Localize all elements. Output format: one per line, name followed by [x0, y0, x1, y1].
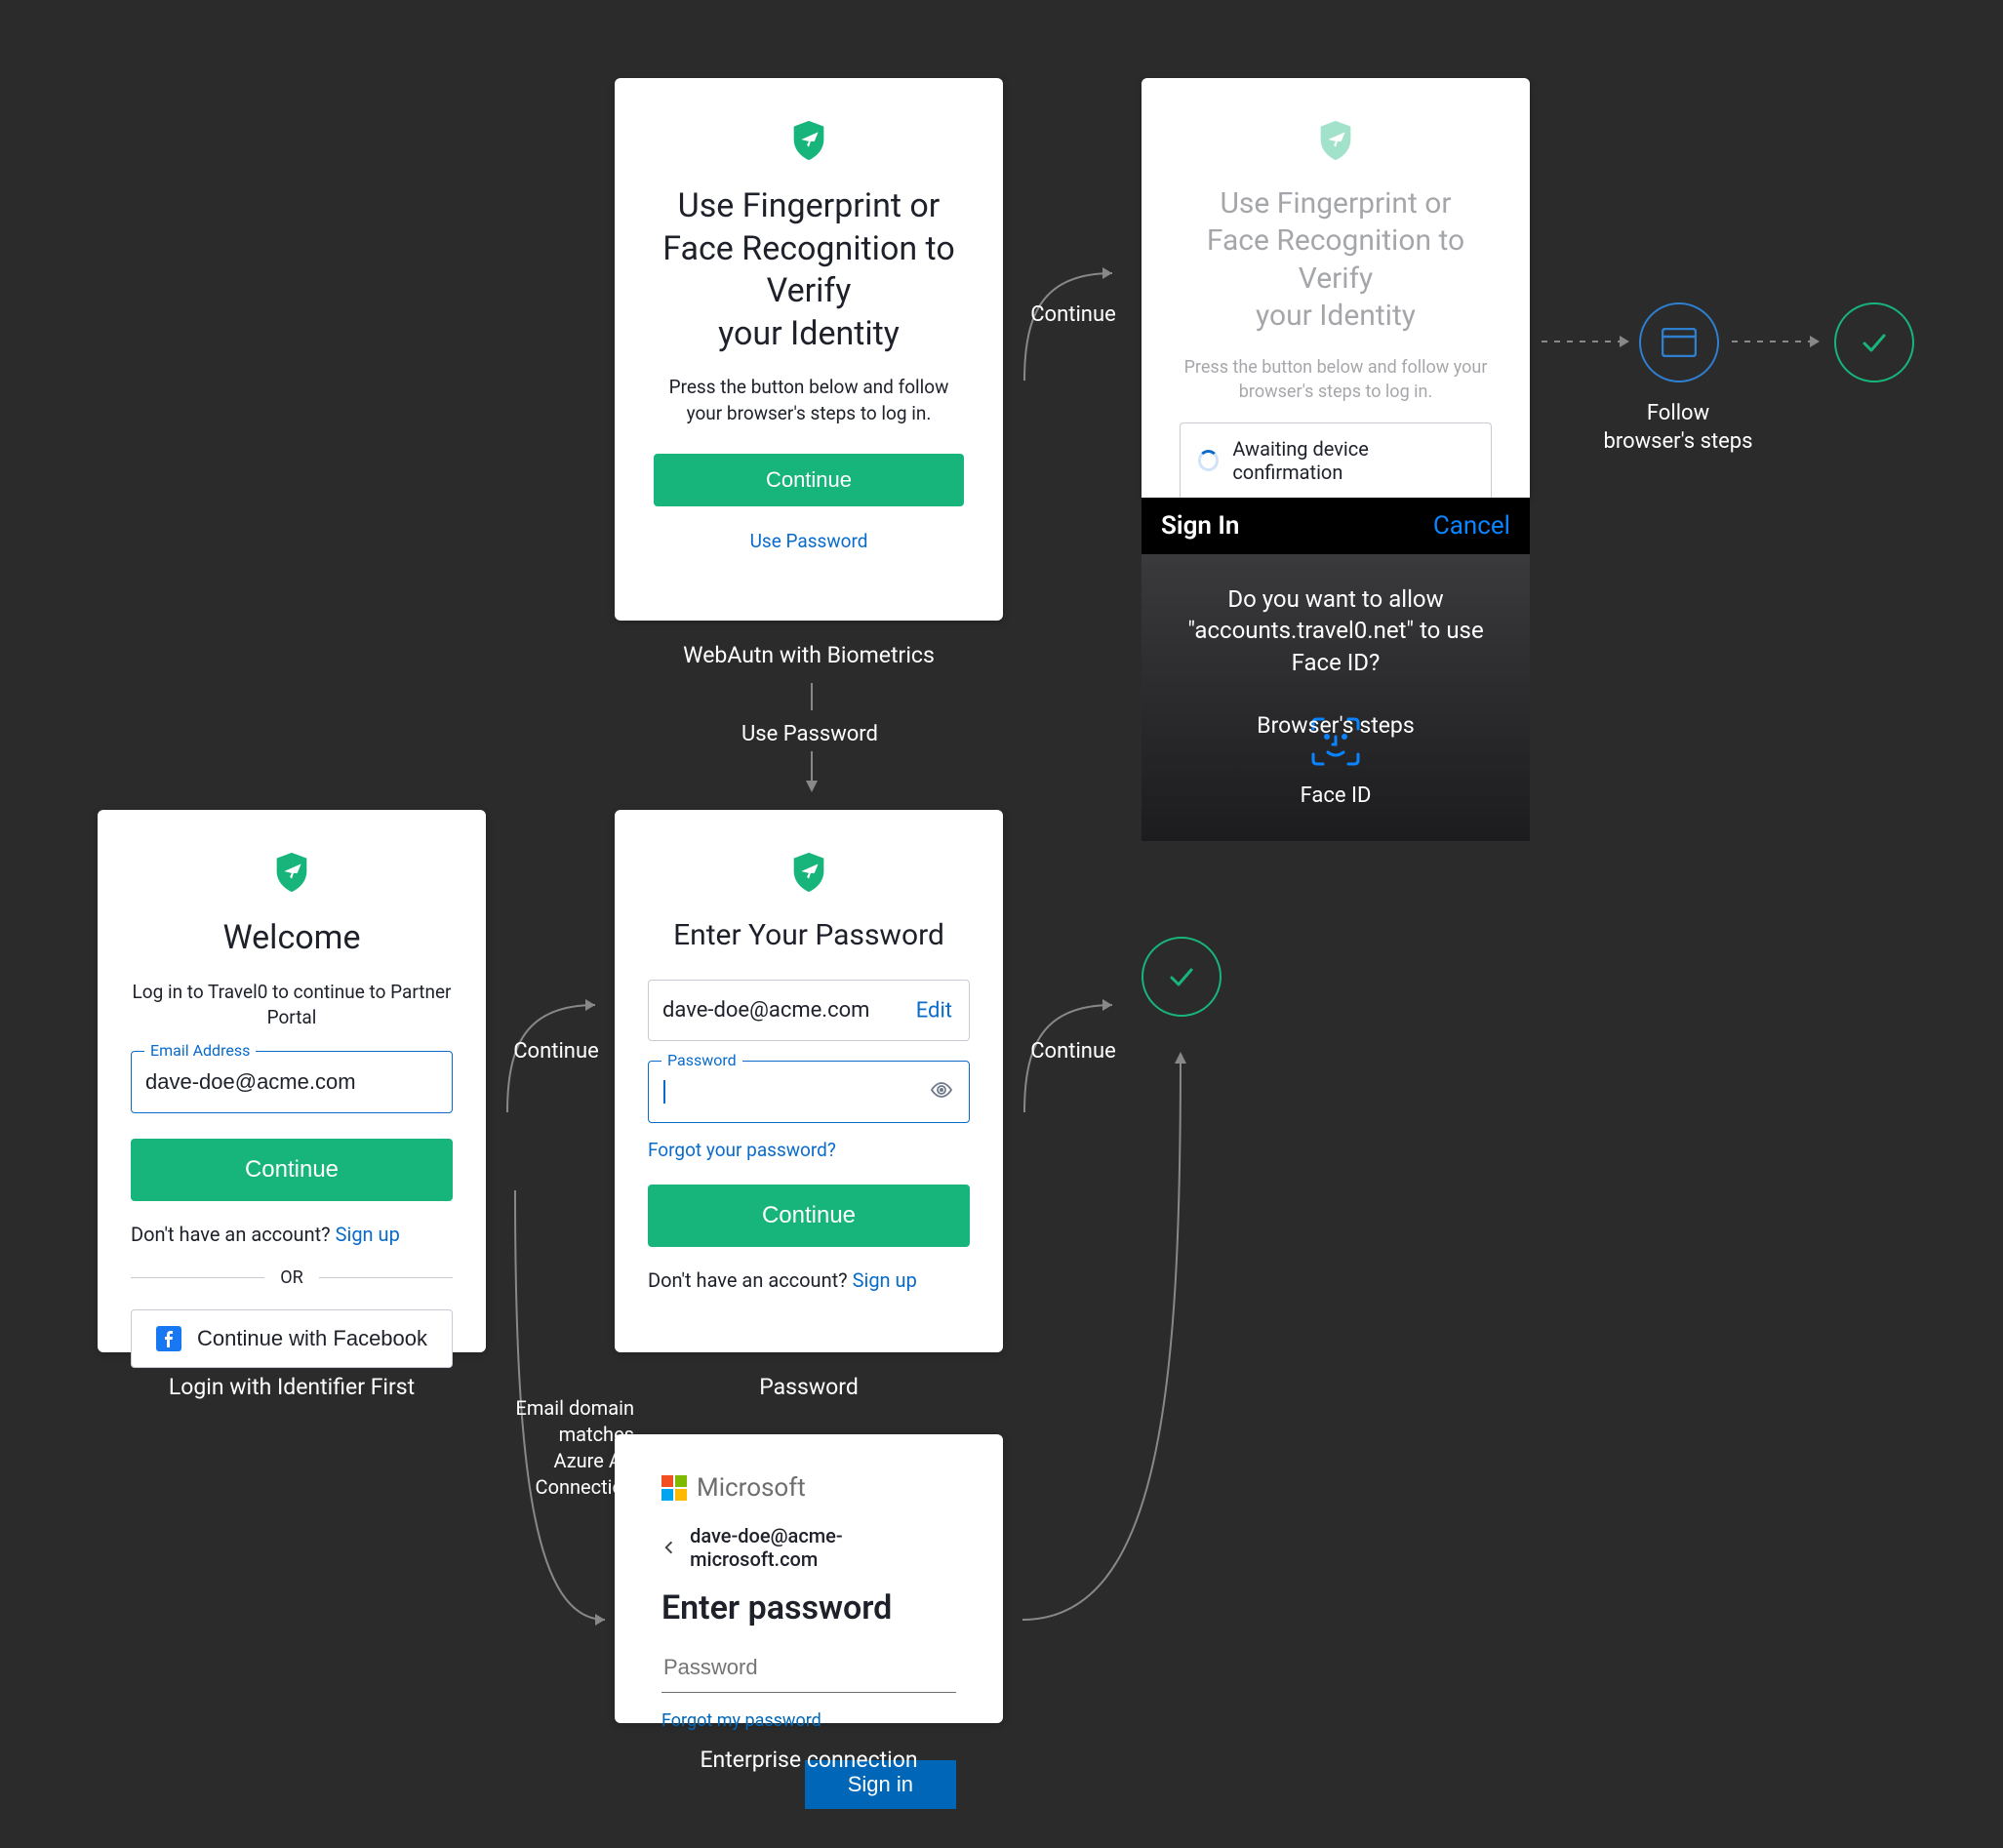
identifier-first-card: Welcome Log in to Travel0 to continue to…: [98, 810, 486, 1352]
cancel-button[interactable]: Cancel: [1433, 511, 1510, 541]
microsoft-icon: [661, 1475, 687, 1501]
email-label: Email Address: [144, 1041, 256, 1060]
awaiting-text: Awaiting device confirmation: [1232, 437, 1473, 484]
flow-label-continue-2: Continue: [498, 1039, 615, 1064]
or-divider: OR: [131, 1267, 453, 1288]
show-password-button[interactable]: [929, 1077, 954, 1106]
welcome-title: Welcome: [131, 917, 453, 960]
welcome-subtitle: Log in to Travel0 to continue to Partner…: [131, 980, 453, 1031]
continue-button[interactable]: Continue: [131, 1139, 453, 1201]
enterprise-caption: Enterprise connection: [615, 1747, 1003, 1773]
flow-label-continue-3: Continue: [1015, 1039, 1132, 1064]
back-email-row[interactable]: dave-doe@acme-microsoft.com: [661, 1524, 956, 1571]
enterprise-card: Microsoft dave-doe@acme-microsoft.com En…: [615, 1434, 1003, 1723]
faceid-label: Face ID: [1142, 783, 1530, 808]
enter-password-title: Enter password: [661, 1588, 956, 1627]
password-card: Enter Your Password dave-doe@acme.com Ed…: [615, 810, 1003, 1352]
browser-steps-top: Use Fingerprint or Face Recognition to V…: [1142, 78, 1530, 498]
signup-link[interactable]: Sign up: [853, 1268, 917, 1292]
enterprise-email: dave-doe@acme-microsoft.com: [690, 1524, 956, 1571]
flow-arrow-enterprise-success: [1015, 1034, 1190, 1639]
spinner-icon: [1198, 450, 1219, 471]
success-check-2: [1142, 937, 1222, 1017]
use-password-link[interactable]: Use Password: [654, 530, 964, 552]
password-label: Password: [661, 1051, 742, 1069]
facebook-label: Continue with Facebook: [197, 1326, 427, 1351]
continue-button[interactable]: Continue: [654, 454, 964, 506]
browser-window-step-icon: [1639, 302, 1719, 382]
email-field[interactable]: [131, 1051, 453, 1113]
webautn-caption: WebAutn with Biometrics: [615, 642, 1003, 668]
success-check-1: [1834, 302, 1914, 382]
identifier-caption: Login with Identifier First: [98, 1374, 486, 1400]
flow-arrow-1: [1015, 254, 1132, 410]
password-title: Enter Your Password: [648, 917, 970, 954]
browser-steps-caption: Browser's steps: [1142, 712, 1530, 739]
edit-email-link[interactable]: Edit: [916, 998, 952, 1023]
shield-plane-icon: [786, 117, 831, 162]
shield-plane-icon: [269, 849, 314, 894]
continue-with-facebook-button[interactable]: Continue with Facebook: [131, 1309, 453, 1368]
webautn-card: Use Fingerprint or Face Recognition to V…: [615, 78, 1003, 621]
password-field[interactable]: [648, 1061, 970, 1123]
webautn-subtitle: Press the button below and follow your b…: [654, 375, 964, 426]
shield-plane-icon: [786, 849, 831, 894]
back-arrow-icon: [661, 1539, 678, 1556]
awaiting-confirmation-box: Awaiting device confirmation: [1180, 422, 1492, 498]
ios-faceid-panel: Sign In Cancel Do you want to allow "acc…: [1142, 498, 1530, 841]
ios-header: Sign In Cancel: [1142, 498, 1530, 554]
travel0-logo: [654, 117, 964, 162]
ms-forgot-password-link[interactable]: Forgot my password: [661, 1710, 821, 1731]
flow-arrow-3: [1015, 985, 1132, 1142]
follow-browser-label: Follow browser's steps: [1600, 400, 1756, 456]
flow-label-continue-1: Continue: [1015, 302, 1132, 327]
text-cursor: [663, 1080, 665, 1104]
eye-icon: [929, 1077, 954, 1103]
signup-link[interactable]: Sign up: [336, 1223, 400, 1246]
facebook-icon: [156, 1326, 181, 1351]
signup-prompt: Don't have an account? Sign up: [648, 1268, 970, 1292]
flow-label-use-password: Use Password: [712, 722, 907, 746]
faceid-ask-text: Do you want to allow "accounts.travel0.n…: [1142, 554, 1530, 688]
signup-prompt: Don't have an account? Sign up: [131, 1223, 453, 1246]
webautn-title: Use Fingerprint or Face Recognition to V…: [654, 185, 964, 355]
sign-in-label: Sign In: [1161, 511, 1239, 541]
continue-button[interactable]: Continue: [648, 1185, 970, 1247]
password-caption: Password: [615, 1374, 1003, 1400]
forgot-password-link[interactable]: Forgot your password?: [648, 1139, 836, 1161]
microsoft-logo-row: Microsoft: [661, 1473, 956, 1503]
microsoft-label: Microsoft: [697, 1473, 806, 1503]
flow-arrow-2: [498, 985, 615, 1142]
ms-password-field[interactable]: [661, 1645, 956, 1693]
